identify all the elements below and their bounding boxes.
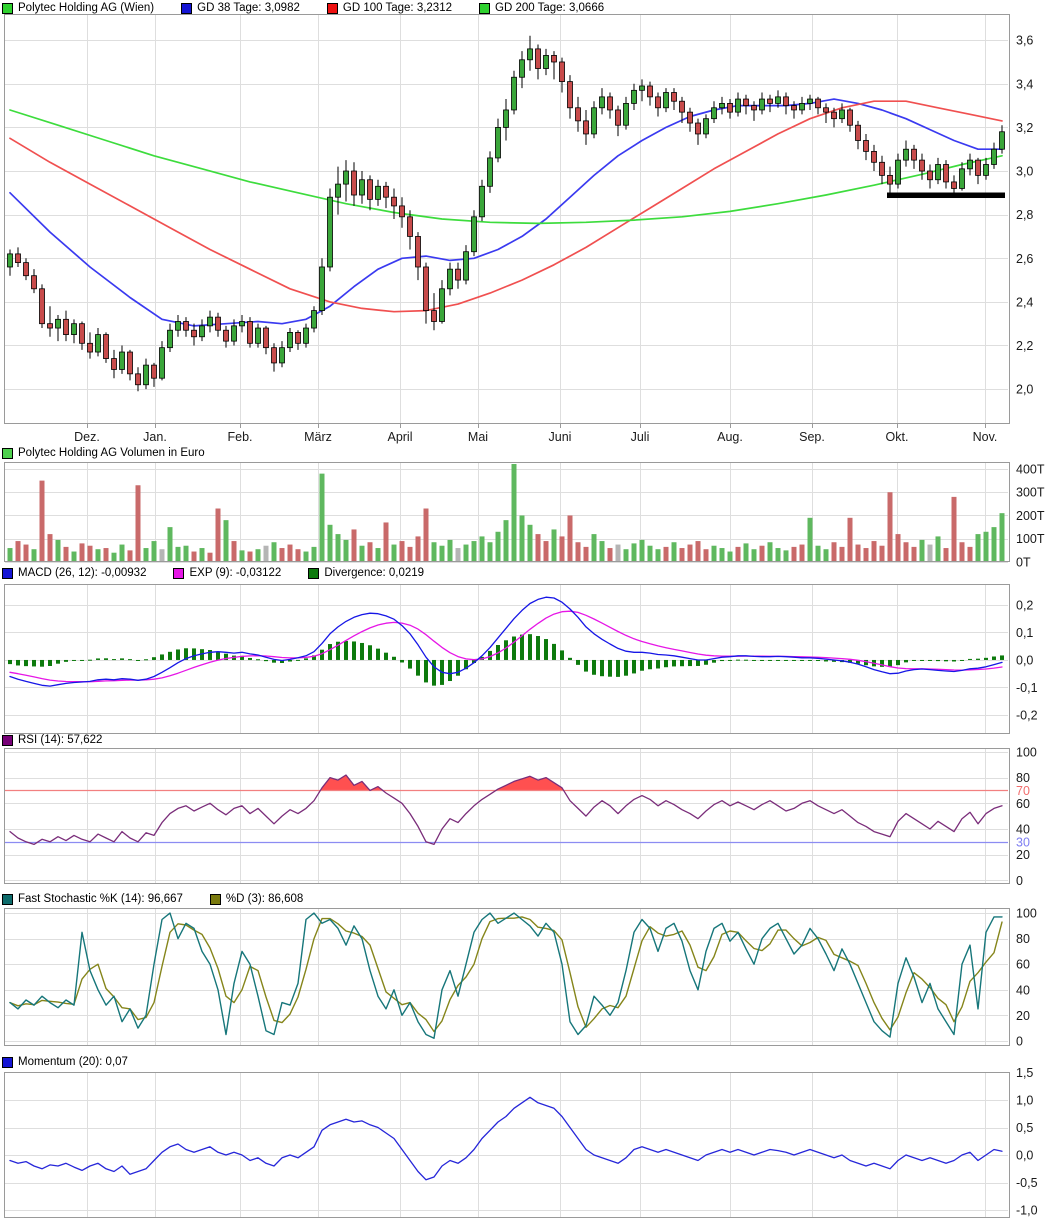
macd-swatch-icon [2, 568, 13, 579]
volume-chart: 400T300T200T100T0T [0, 462, 1064, 562]
svg-text:-0,1: -0,1 [1016, 681, 1038, 695]
legend-item-gd200: GD 200 Tage: 3,0666 [479, 2, 604, 14]
svg-text:3,2: 3,2 [1016, 121, 1033, 135]
svg-text:0: 0 [1016, 874, 1023, 888]
divergence-swatch-icon [308, 568, 319, 579]
svg-text:40: 40 [1016, 983, 1030, 997]
legend-label: Momentum (20): 0,07 [18, 1056, 128, 1068]
volume-swatch-icon [2, 448, 13, 459]
svg-text:80: 80 [1016, 932, 1030, 946]
svg-text:2,0: 2,0 [1016, 383, 1033, 397]
svg-text:400T: 400T [1016, 462, 1045, 476]
legend-label: Polytec Holding AG Volumen in Euro [18, 447, 205, 459]
svg-text:Feb.: Feb. [227, 430, 252, 444]
legend-label: MACD (26, 12): -0,00932 [18, 567, 146, 579]
svg-text:März: März [304, 430, 332, 444]
svg-text:0,0: 0,0 [1016, 1149, 1033, 1163]
legend-item-gd38: GD 38 Tage: 3,0982 [181, 2, 300, 14]
legend-label: GD 100 Tage: 3,2312 [343, 2, 452, 14]
legend-item-stoch-d: %D (3): 86,608 [210, 893, 303, 905]
svg-text:1,0: 1,0 [1016, 1094, 1033, 1108]
legend-item-rsi: RSI (14): 57,622 [2, 734, 102, 746]
svg-text:April: April [387, 430, 412, 444]
svg-text:100T: 100T [1016, 532, 1045, 546]
legend-label: GD 38 Tage: 3,0982 [197, 2, 300, 14]
stoch-d-swatch-icon [210, 894, 221, 905]
svg-text:300T: 300T [1016, 486, 1045, 500]
svg-text:Juli: Juli [631, 430, 650, 444]
legend-label: %D (3): 86,608 [226, 893, 303, 905]
legend-item-instrument: Polytec Holding AG (Wien) [2, 2, 154, 14]
price-chart: 3,6 3,4 3,2 3,0 2,8 2,6 2,4 2,2 2,0 Dez. Jan. Feb. M… [0, 14, 1064, 444]
volume-legend: Polytec Holding AG Volumen in Euro [2, 446, 205, 460]
momentum-swatch-icon [2, 1057, 13, 1068]
svg-text:200T: 200T [1016, 509, 1045, 523]
svg-text:-1,0: -1,0 [1016, 1204, 1038, 1218]
svg-text:3,0: 3,0 [1016, 165, 1033, 179]
stochastic-legend: Fast Stochastic %K (14): 96,667 %D (3): … [2, 892, 303, 906]
legend-label: Divergence: 0,0219 [324, 567, 424, 579]
legend-item-volume: Polytec Holding AG Volumen in Euro [2, 447, 205, 459]
svg-text:1,5: 1,5 [1016, 1066, 1033, 1080]
legend-item-macd: MACD (26, 12): -0,00932 [2, 567, 146, 579]
svg-text:2,8: 2,8 [1016, 208, 1033, 222]
legend-item-gd100: GD 100 Tage: 3,2312 [327, 2, 452, 14]
svg-text:3,6: 3,6 [1016, 34, 1033, 48]
exp-swatch-icon [173, 568, 184, 579]
macd-legend: MACD (26, 12): -0,00932 EXP (9): -0,0312… [2, 566, 424, 580]
macd-chart: 0,2 0,1 0,0 -0,1 -0,2 [0, 584, 1064, 734]
legend-label: Polytec Holding AG (Wien) [18, 2, 154, 14]
svg-text:100: 100 [1016, 907, 1037, 921]
gd100-swatch-icon [327, 3, 338, 14]
svg-text:60: 60 [1016, 958, 1030, 972]
svg-text:Nov.: Nov. [973, 430, 998, 444]
svg-text:3,4: 3,4 [1016, 77, 1033, 91]
svg-text:-0,2: -0,2 [1016, 709, 1038, 723]
svg-text:0,5: 0,5 [1016, 1121, 1033, 1135]
stoch-k-swatch-icon [2, 894, 13, 905]
svg-text:0T: 0T [1016, 556, 1031, 570]
gd200-swatch-icon [479, 3, 490, 14]
svg-text:20: 20 [1016, 848, 1030, 862]
svg-text:Juni: Juni [549, 430, 572, 444]
legend-item-exp: EXP (9): -0,03122 [173, 567, 281, 579]
legend-label: Fast Stochastic %K (14): 96,667 [18, 893, 183, 905]
legend-item-divergence: Divergence: 0,0219 [308, 567, 424, 579]
gd38-swatch-icon [181, 3, 192, 14]
svg-text:2,2: 2,2 [1016, 339, 1033, 353]
instrument-swatch-icon [2, 3, 13, 14]
svg-text:Okt.: Okt. [886, 430, 909, 444]
momentum-legend: Momentum (20): 0,07 [2, 1055, 128, 1069]
legend-item-momentum: Momentum (20): 0,07 [2, 1056, 128, 1068]
svg-text:60: 60 [1016, 797, 1030, 811]
stock-chart-page: Polytec Holding AG (Wien) GD 38 Tage: 3,… [0, 0, 1064, 1221]
svg-text:Sep.: Sep. [799, 430, 825, 444]
svg-text:Dez.: Dez. [74, 430, 100, 444]
svg-text:2,4: 2,4 [1016, 295, 1033, 309]
svg-text:0: 0 [1016, 1034, 1023, 1048]
momentum-chart: 1,51,00,50,0-0,5-1,0 [0, 1072, 1064, 1218]
svg-text:2,6: 2,6 [1016, 252, 1033, 266]
svg-text:0,1: 0,1 [1016, 626, 1033, 640]
svg-text:0,2: 0,2 [1016, 598, 1033, 612]
svg-text:Aug.: Aug. [717, 430, 743, 444]
svg-text:Mai: Mai [468, 430, 488, 444]
rsi-legend: RSI (14): 57,622 [2, 733, 102, 747]
rsi-chart: 1008070604030200 [0, 748, 1064, 884]
legend-label: RSI (14): 57,622 [18, 734, 102, 746]
stochastic-chart: 100 80 60 40 20 0 [0, 908, 1064, 1046]
svg-text:-0,5: -0,5 [1016, 1176, 1038, 1190]
legend-label: EXP (9): -0,03122 [189, 567, 281, 579]
legend-label: GD 200 Tage: 3,0666 [495, 2, 604, 14]
price-chart-legend: Polytec Holding AG (Wien) GD 38 Tage: 3,… [2, 1, 604, 15]
svg-text:0,0: 0,0 [1016, 653, 1033, 667]
rsi-swatch-icon [2, 735, 13, 746]
svg-text:100: 100 [1016, 745, 1037, 759]
legend-item-stoch-k: Fast Stochastic %K (14): 96,667 [2, 893, 183, 905]
svg-text:Jan.: Jan. [143, 430, 167, 444]
svg-text:20: 20 [1016, 1009, 1030, 1023]
